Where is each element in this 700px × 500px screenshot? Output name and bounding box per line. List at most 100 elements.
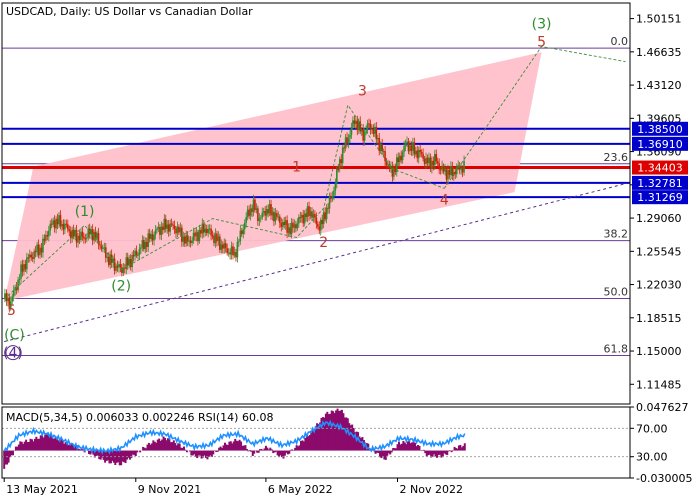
candle-body: [445, 169, 448, 180]
candle-body: [267, 209, 269, 214]
ind-tick-label: 0.047627: [636, 401, 689, 414]
candle-body: [80, 231, 82, 240]
candle-body: [181, 227, 183, 242]
candle-body: [93, 232, 95, 241]
indicator-label: MACD(5,34,5) 0.006033 0.002246 RSI(14) 6…: [6, 411, 273, 424]
x-tick-label: 9 Nov 2021: [138, 483, 201, 496]
candle-body: [154, 230, 157, 235]
candle-body: [303, 213, 306, 224]
wave-label: 1: [292, 159, 301, 175]
wave-label: 2: [319, 235, 328, 251]
candle-body: [216, 233, 218, 242]
candle-body: [325, 207, 328, 220]
wave-label: 3: [358, 84, 367, 100]
candle-body: [333, 190, 335, 196]
candle-body: [296, 223, 299, 229]
candle-body: [39, 247, 41, 256]
candle-body: [434, 154, 436, 166]
y-tick-label: 1.50151: [636, 13, 682, 26]
candle-body: [439, 169, 442, 171]
candle-body: [299, 217, 302, 219]
candle-body: [251, 208, 253, 212]
candle-body: [409, 145, 411, 152]
candle-body: [45, 235, 47, 241]
candle-body: [202, 223, 205, 233]
candle-body: [34, 251, 37, 253]
candle-body: [262, 211, 265, 213]
candle-body: [447, 169, 449, 180]
candle-body: [183, 236, 186, 244]
candle-body: [317, 224, 319, 227]
candle-body: [81, 231, 84, 237]
candle-body: [382, 151, 385, 153]
candle-body: [106, 256, 109, 258]
y-tick-label: 1.22030: [636, 279, 682, 292]
candle-body: [40, 247, 43, 253]
usdcad-chart: 0.023.638.250.061.8 (1)(2)12345(3)5(C)(4…: [1, 2, 692, 496]
candle-body: [134, 250, 136, 257]
candle-body: [334, 183, 337, 191]
candle-body: [277, 216, 280, 218]
candle-body: [53, 220, 56, 229]
candle-body: [331, 195, 334, 199]
candle-body: [151, 234, 154, 241]
candle-body: [268, 204, 271, 214]
candle-body: [58, 215, 60, 225]
candle-body: [178, 226, 180, 233]
candle-body: [191, 240, 193, 243]
candle-body: [173, 225, 176, 229]
candle-body: [128, 259, 131, 266]
candle-body: [255, 208, 258, 210]
price-tag-label: 1.38500: [637, 123, 683, 136]
candle-body: [406, 141, 408, 143]
candle-body: [438, 163, 440, 170]
candle-body: [344, 137, 347, 149]
wave-label: 5: [7, 303, 16, 319]
candle-body: [302, 215, 305, 224]
candle-body: [163, 218, 166, 231]
candle-body: [42, 238, 44, 253]
candle-body: [18, 278, 21, 280]
candle-body: [59, 215, 62, 227]
candle-body: [68, 229, 71, 232]
candle-body: [428, 157, 430, 164]
candle-body: [140, 247, 142, 249]
fib-label: 61.8: [604, 342, 629, 355]
candle-body: [148, 233, 151, 239]
wave-label: (C): [4, 328, 25, 344]
candle-body: [249, 208, 252, 216]
candle-body: [64, 223, 66, 230]
candle-body: [308, 206, 310, 217]
candle-body: [355, 120, 357, 124]
candle-body: [300, 215, 303, 218]
candle-body: [350, 127, 353, 135]
candle-body: [293, 224, 296, 228]
candle-body: [37, 244, 40, 256]
candle-body: [311, 211, 313, 218]
candle-body: [17, 279, 19, 291]
candle-body: [36, 244, 38, 253]
candle-body: [271, 211, 274, 216]
candle-body: [221, 244, 224, 249]
candle-body: [72, 229, 75, 237]
candle-body: [132, 255, 135, 257]
candle-body: [147, 233, 150, 247]
candle-body: [102, 248, 104, 250]
candle-body: [75, 230, 78, 243]
candle-body: [290, 222, 293, 235]
x-tick-label: 6 May 2022: [268, 483, 333, 496]
candle-body: [416, 150, 419, 159]
candle-body: [254, 199, 256, 210]
candle-body: [410, 145, 413, 151]
candle-body: [160, 226, 163, 235]
candle-body: [185, 235, 188, 244]
candle-body: [327, 207, 329, 209]
candle-body: [401, 152, 404, 161]
candle-body: [232, 246, 234, 256]
candle-body: [141, 240, 144, 248]
candle-body: [360, 129, 363, 132]
candle-body: [362, 129, 364, 141]
candle-body: [257, 208, 259, 221]
candle-body: [217, 236, 220, 242]
x-tick-label: 13 May 2021: [6, 483, 78, 496]
